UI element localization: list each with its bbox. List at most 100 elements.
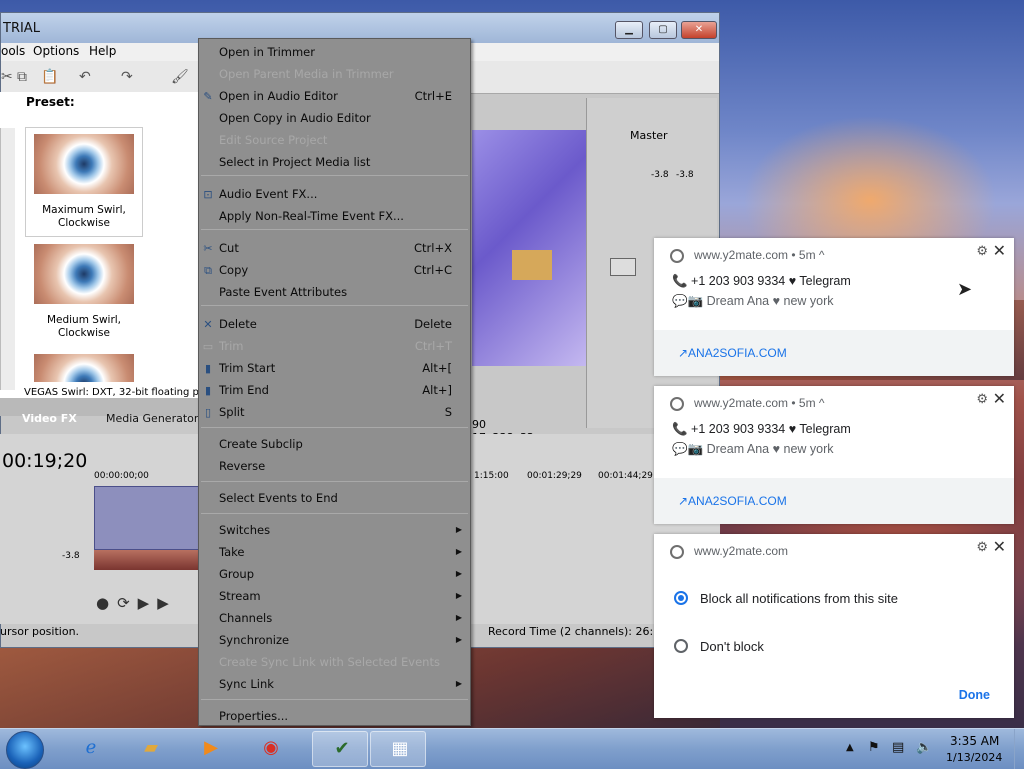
split-icon: ▯ <box>204 406 212 419</box>
menu-item-edit-source-project[interactable]: Edit Source Project <box>219 133 327 147</box>
taskbar-ie[interactable]: ℯ <box>62 731 118 767</box>
status-text: ursor position. <box>0 625 80 638</box>
undo-icon[interactable]: ↶ <box>79 69 91 85</box>
flag-icon[interactable]: ⚑ <box>868 740 880 755</box>
menu-tools[interactable]: ools <box>1 44 25 58</box>
show-desktop-button[interactable] <box>1014 729 1024 769</box>
taskbar-app[interactable]: ✔ <box>312 731 368 767</box>
menu-item-copy[interactable]: Copy <box>219 263 248 277</box>
notification-link[interactable]: ↗ANA2SOFIA.COM <box>678 346 787 360</box>
clock-date[interactable]: 1/13/2024 <box>946 751 1002 764</box>
close-icon[interactable]: ✕ <box>993 241 1006 261</box>
menu-shortcut: Ctrl+C <box>413 263 452 277</box>
menu-item-take[interactable]: Take <box>219 545 245 559</box>
taskbar: ℯ ▰ ▶ ◉ ✔ ▦ ▲ ⚑ ▤ 🔈 3:35 AM 1/13/2024 <box>0 728 1024 769</box>
done-button[interactable]: Done <box>959 688 990 702</box>
fx-description: VEGAS Swirl: DXT, 32-bit floating po <box>24 387 205 398</box>
menu-item-sync-link[interactable]: Sync Link <box>219 677 274 691</box>
notification-title: 📞 +1 203 903 9334 ♥ Telegram <box>672 274 851 288</box>
copy-icon: ⧉ <box>204 264 212 277</box>
close-icon[interactable]: ✕ <box>993 537 1006 557</box>
menu-item-synchronize[interactable]: Synchronize <box>219 633 289 647</box>
tab-media-generators[interactable]: Media Generators <box>106 412 204 425</box>
menu-item-delete[interactable]: Delete <box>219 317 257 331</box>
menu-item-properties[interactable]: Properties... <box>219 709 288 723</box>
menu-item-apply-non-real-time-event-fx[interactable]: Apply Non-Real-Time Event FX... <box>219 209 404 223</box>
taskbar-explorer[interactable]: ▰ <box>122 731 178 767</box>
timecode-display: 00:19;20 <box>2 450 88 472</box>
chrome-icon <box>670 397 684 411</box>
taskbar-vegas[interactable]: ▦ <box>370 731 426 767</box>
menu-item-audio-event-fx[interactable]: Audio Event FX... <box>219 187 317 201</box>
ruler-tick: 00:01:29;29 <box>527 471 582 481</box>
show-hidden-icons-icon[interactable]: ▲ <box>846 742 854 753</box>
radio-label-dont-block[interactable]: Don't block <box>700 639 764 654</box>
menu-item-create-sync-link-with-selected-events[interactable]: Create Sync Link with Selected Events <box>219 655 440 669</box>
preview-object <box>512 250 552 280</box>
gear-icon[interactable]: ⚙ <box>976 243 988 259</box>
clock-time[interactable]: 3:35 AM <box>950 734 999 748</box>
gear-icon[interactable]: ⚙ <box>976 391 988 407</box>
menu-item-cut[interactable]: Cut <box>219 241 239 255</box>
preset-thumbnail[interactable] <box>26 348 142 382</box>
menu-item-create-subclip[interactable]: Create Subclip <box>219 437 303 451</box>
menu-separator <box>201 305 468 306</box>
menu-item-stream[interactable]: Stream <box>219 589 261 603</box>
audio-event[interactable] <box>94 550 198 570</box>
menu-item-select-events-to-end[interactable]: Select Events to End <box>219 491 338 505</box>
submenu-arrow-icon: ▶ <box>455 635 462 644</box>
menu-item-open-parent-media-in-trimmer[interactable]: Open Parent Media in Trimmer <box>219 67 394 81</box>
transport-controls[interactable]: ●⟳▶▶ <box>96 594 177 612</box>
radio-dont-block[interactable] <box>674 639 688 653</box>
scissors-icon: ✂ <box>203 242 213 255</box>
maximize-button[interactable]: ▢ <box>649 21 677 39</box>
paste-icon[interactable]: 📋 <box>41 69 58 85</box>
tab-video-fx[interactable]: Video FX <box>22 412 77 425</box>
menu-item-reverse[interactable]: Reverse <box>219 459 265 473</box>
start-button[interactable] <box>6 731 44 769</box>
preset-thumbnail[interactable]: Maximum Swirl, Clockwise <box>25 127 143 237</box>
volume-muted-icon[interactable]: 🔈 <box>916 740 932 755</box>
close-button[interactable]: ✕ <box>681 21 717 39</box>
cut-icon[interactable]: ✂ <box>1 69 13 85</box>
notification-title: 📞 +1 203 903 9334 ♥ Telegram <box>672 422 851 436</box>
copy-icon[interactable]: ⧉ <box>17 69 27 85</box>
video-event[interactable] <box>94 486 200 550</box>
close-icon[interactable]: ✕ <box>993 389 1006 409</box>
menu-item-split[interactable]: Split <box>219 405 245 419</box>
radio-label-block[interactable]: Block all notifications from this site <box>700 591 898 606</box>
gear-icon[interactable]: ⚙ <box>976 539 988 555</box>
minimize-button[interactable]: ▁ <box>615 21 643 39</box>
menu-item-switches[interactable]: Switches <box>219 523 270 537</box>
menu-item-select-in-project-media-list[interactable]: Select in Project Media list <box>219 155 370 169</box>
media-player-icon: ▶ <box>204 737 218 758</box>
menu-shortcut: Delete <box>414 317 452 331</box>
taskbar-media-player[interactable]: ▶ <box>182 731 238 767</box>
menu-item-trim[interactable]: Trim <box>219 339 243 353</box>
swirl-eye-image <box>34 134 134 194</box>
menu-item-paste-event-attributes[interactable]: Paste Event Attributes <box>219 285 347 299</box>
notification-card[interactable]: www.y2mate.com • 5m ^ ⚙ ✕ 📞 +1 203 903 9… <box>654 238 1014 376</box>
menu-item-open-in-trimmer[interactable]: Open in Trimmer <box>219 45 315 59</box>
preset-thumbnail[interactable]: Medium Swirl, Clockwise <box>26 238 142 346</box>
redo-icon[interactable]: ↷ <box>121 69 133 85</box>
notification-link[interactable]: ↗ANA2SOFIA.COM <box>678 494 787 508</box>
menu-item-open-in-audio-editor[interactable]: Open in Audio Editor <box>219 89 338 103</box>
brush-icon[interactable]: 🖌 <box>171 69 189 85</box>
notification-card[interactable]: www.y2mate.com • 5m ^ ⚙ ✕ 📞 +1 203 903 9… <box>654 386 1014 524</box>
submenu-arrow-icon: ▶ <box>455 591 462 600</box>
menu-item-channels[interactable]: Channels <box>219 611 272 625</box>
chrome-icon <box>670 249 684 263</box>
menu-item-open-copy-in-audio-editor[interactable]: Open Copy in Audio Editor <box>219 111 371 125</box>
menu-item-trim-end[interactable]: Trim End <box>219 383 269 397</box>
menu-help[interactable]: Help <box>89 44 116 58</box>
master-fader-handle[interactable] <box>610 258 636 276</box>
menu-options[interactable]: Options <box>33 44 79 58</box>
radio-block-all[interactable] <box>674 591 688 605</box>
notification-footer: ↗ANA2SOFIA.COM <box>654 478 1014 524</box>
preset-scrollbar[interactable] <box>0 128 15 390</box>
network-icon[interactable]: ▤ <box>892 740 904 755</box>
menu-item-trim-start[interactable]: Trim Start <box>219 361 275 375</box>
menu-item-group[interactable]: Group <box>219 567 254 581</box>
taskbar-chrome[interactable]: ◉ <box>242 731 298 767</box>
